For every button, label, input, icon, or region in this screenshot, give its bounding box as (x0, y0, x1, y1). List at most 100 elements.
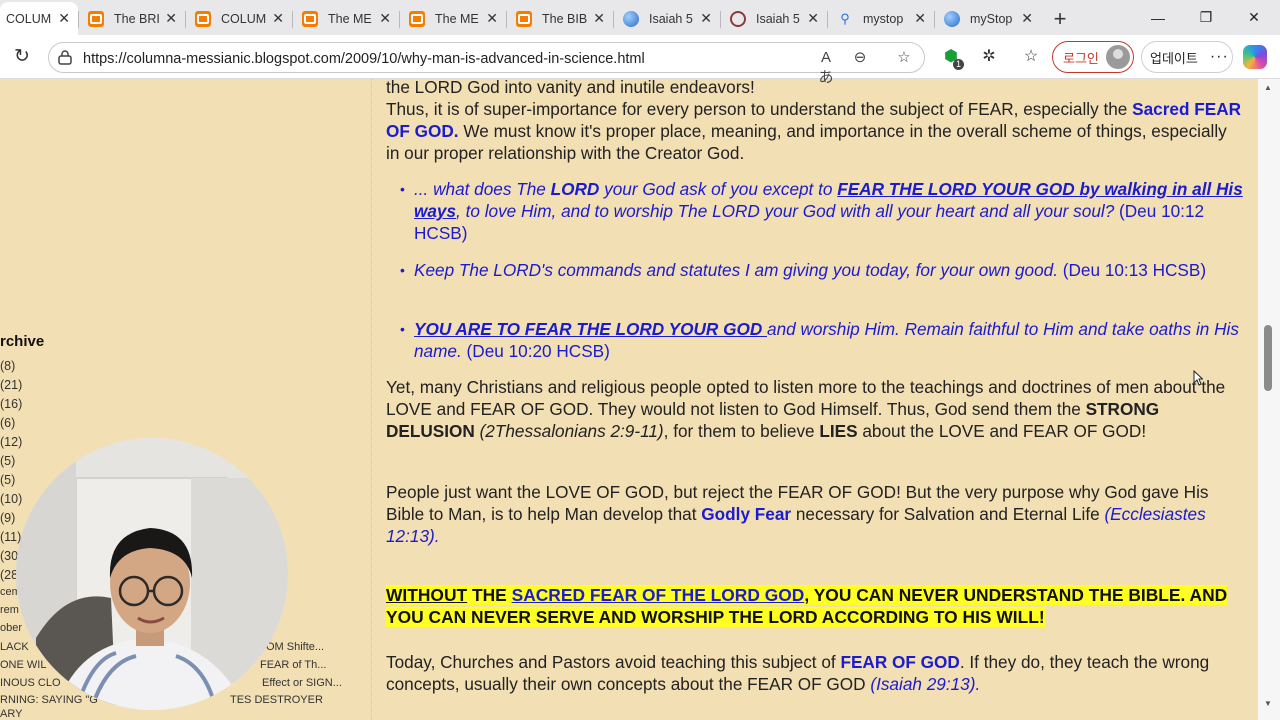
text: necessary for Salvation and Eternal Life (791, 504, 1105, 524)
scroll-thumb[interactable] (1264, 325, 1272, 391)
tab-close-icon[interactable]: ✕ (593, 10, 605, 27)
archive-link[interactable]: Effect or SIGN... (262, 677, 342, 689)
globe-icon (944, 10, 960, 27)
tab-label: The BIB (542, 11, 588, 26)
tab-2[interactable]: The BRI ✕ (78, 2, 185, 35)
minimize-icon[interactable]: — (1134, 0, 1182, 35)
ring-icon (730, 10, 746, 27)
paragraph-love-of-god: People just want the LOVE OF GOD, but re… (386, 481, 1244, 547)
tab-label: Isaiah 5 (649, 11, 693, 26)
tab-close-icon[interactable]: ✕ (58, 10, 70, 27)
sacred-fear-link[interactable]: SACRED FEAR OF THE LORD GOD (512, 585, 805, 605)
lies-phrase: LIES (819, 421, 858, 441)
tab-close-icon[interactable]: ✕ (165, 10, 177, 27)
page-scrollbar[interactable]: ▲ ▼ (1258, 79, 1280, 720)
archive-count: (5) (0, 454, 16, 468)
site-info-icon[interactable] (58, 50, 72, 65)
archive-link[interactable]: INOUS CLO (0, 677, 61, 689)
tab-label: COLUM (6, 11, 52, 26)
blogger-icon (516, 10, 532, 27)
archive-link[interactable]: FEAR of Th... (260, 659, 326, 671)
login-label: 로그인 (1063, 50, 1099, 66)
favorite-star-icon[interactable]: ☆ (893, 48, 915, 68)
archive-count: (12) (0, 435, 23, 449)
tab-close-icon[interactable]: ✕ (807, 10, 819, 27)
tab-close-icon[interactable]: ✕ (700, 10, 712, 27)
tab-close-icon[interactable]: ✕ (272, 10, 284, 27)
paragraph-churches: Today, Churches and Pastors avoid teachi… (386, 651, 1244, 695)
tab-close-icon[interactable]: ✕ (914, 10, 926, 27)
archive-link[interactable]: TES DESTROYER (230, 694, 323, 706)
reload-icon[interactable]: ↻ (10, 45, 34, 69)
blogger-icon (195, 10, 211, 27)
archive-link[interactable]: RNING: SAYING "G (0, 694, 98, 706)
text: WITHOUT (386, 585, 468, 605)
tab-10[interactable]: myStop ✕ (934, 2, 1041, 35)
scripture-ref: (Deu 10:13 HCSB) (1058, 260, 1207, 280)
archive-count: (6) (0, 416, 16, 430)
text: ... what does The (414, 179, 551, 199)
new-tab-button[interactable]: + (1041, 2, 1079, 35)
tab-7[interactable]: Isaiah 5 ✕ (613, 2, 720, 35)
archive-link[interactable]: ARY (0, 708, 22, 720)
highlighted-warning: WITHOUT THE SACRED FEAR OF THE LORD GOD,… (386, 584, 1244, 628)
blogger-icon (409, 10, 425, 27)
blogger-icon (302, 10, 318, 27)
tab-6[interactable]: The BIB ✕ (506, 2, 613, 35)
tab-3[interactable]: COLUM ✕ (185, 2, 292, 35)
archive-count: (5) (0, 473, 16, 487)
login-button[interactable]: 로그인 (1052, 41, 1134, 73)
scripture-bullet-deu-10-20: YOU ARE TO FEAR THE LORD YOUR GOD and wo… (400, 318, 1244, 362)
archive-link[interactable]: ONE WIL (0, 659, 46, 671)
restore-icon[interactable]: ❐ (1182, 0, 1230, 35)
archive-count: (21) (0, 378, 23, 392)
avatar (1106, 45, 1130, 69)
text: We must know it's proper place, meaning,… (386, 121, 1227, 163)
text: the LORD God into vanity and inutile end… (386, 77, 755, 97)
scroll-down-icon[interactable]: ▼ (1264, 699, 1272, 708)
paragraph-importance: Thus, it is of super-importance for ever… (386, 98, 1244, 164)
extension-shield-icon[interactable]: ⬢ 1 (940, 46, 964, 70)
more-icon[interactable]: ⊖ (849, 48, 871, 68)
archive-link[interactable]: rem (0, 604, 19, 616)
scroll-up-icon[interactable]: ▲ (1264, 83, 1272, 92)
archive-count: (16) (0, 397, 23, 411)
tab-label: The ME (328, 11, 372, 26)
archive-link[interactable]: OM Shifte... (266, 641, 324, 653)
text: THE (467, 585, 512, 605)
favorites-icon[interactable]: ☆ (1020, 46, 1042, 68)
extension-badge: 1 (952, 59, 964, 70)
copilot-icon[interactable] (1243, 45, 1267, 69)
tab-9[interactable]: ⚲ mystop ✕ (827, 2, 934, 35)
tab-1[interactable]: COLUM ✕ (0, 2, 78, 35)
archive-heading: rchive (0, 333, 45, 350)
tab-5[interactable]: The ME ✕ (399, 2, 506, 35)
archive-count: (9) (0, 511, 16, 525)
tab-label: myStop (970, 11, 1013, 26)
archive-count: (10) (0, 492, 23, 506)
fear-of-god-phrase: FEAR OF GOD (840, 652, 960, 672)
update-button[interactable]: 업데이트 ··· (1141, 41, 1233, 73)
settings-more-icon[interactable]: ··· (1210, 48, 1229, 66)
text: your God ask of you except to (599, 179, 838, 199)
close-window-icon[interactable]: ✕ (1230, 0, 1278, 35)
tab-4[interactable]: The ME ✕ (292, 2, 399, 35)
tab-close-icon[interactable]: ✕ (1021, 10, 1033, 27)
text: Today, Churches and Pastors avoid teachi… (386, 652, 841, 672)
text: LORD (550, 179, 600, 199)
tab-8[interactable]: Isaiah 5 ✕ (720, 2, 827, 35)
paragraph-top-line: the LORD God into vanity and inutile end… (386, 76, 1244, 98)
browser-toolbar: ↻ https://columna-messianic.blogspot.com… (0, 35, 1280, 86)
read-aloud-icon[interactable]: Aあ (815, 48, 837, 86)
address-bar[interactable]: https://columna-messianic.blogspot.com/2… (48, 42, 925, 86)
extensions-puzzle-icon[interactable]: ✲ (978, 46, 1000, 68)
tab-close-icon[interactable]: ✕ (379, 10, 391, 27)
archive-link[interactable]: LACK (0, 641, 29, 653)
archive-link[interactable]: ober (0, 622, 22, 634)
fear-the-lord-link[interactable]: YOU ARE TO FEAR THE LORD YOUR GOD (414, 319, 767, 339)
tab-close-icon[interactable]: ✕ (486, 10, 498, 27)
url-text: https://columna-messianic.blogspot.com/2… (83, 51, 645, 67)
tab-label: The BRI (114, 11, 160, 26)
scripture-bullet-deu-10-13: Keep The LORD's commands and statutes I … (400, 259, 1244, 281)
globe-icon (623, 10, 639, 27)
